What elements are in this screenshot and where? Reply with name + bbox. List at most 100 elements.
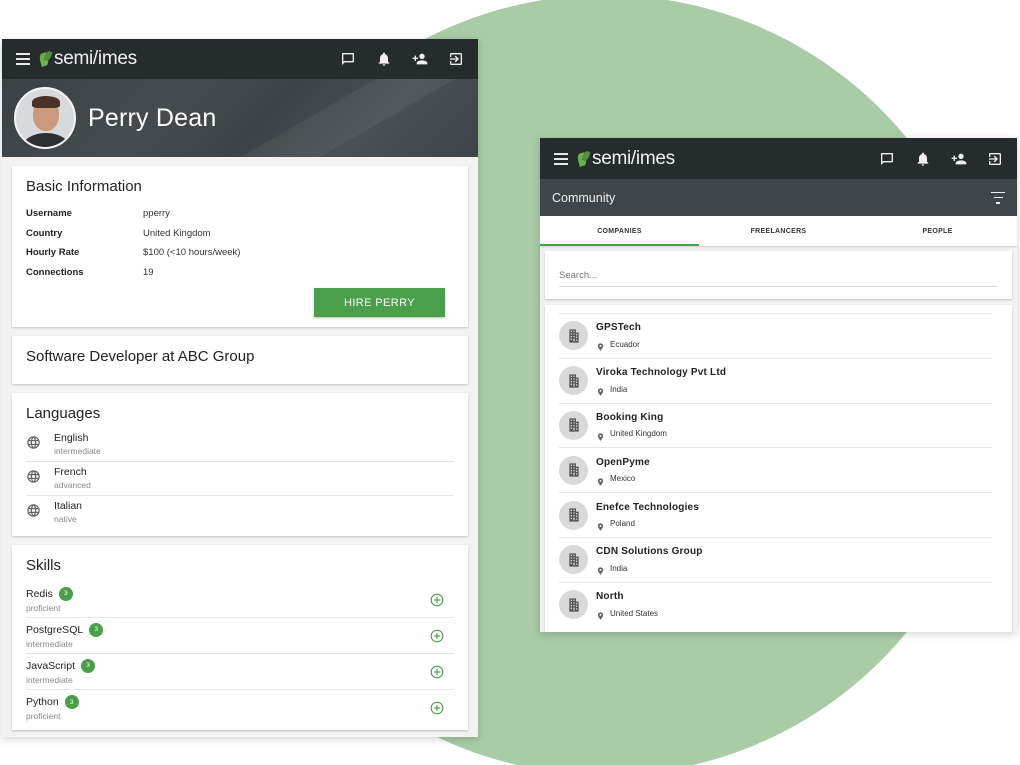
language-level: native <box>54 514 77 524</box>
add-user-icon[interactable] <box>412 51 428 67</box>
leaf-logo-icon <box>576 149 591 167</box>
languages-card: Languages English intermediate French ad… <box>12 393 468 536</box>
skill-name: PostgreSQL <box>26 623 84 636</box>
basic-info-table: Username pperry Country United Kingdom H… <box>12 195 468 282</box>
list-item[interactable]: GPSTech Ecuador <box>559 313 992 358</box>
building-icon <box>559 321 588 351</box>
bell-icon[interactable] <box>376 51 392 67</box>
company-country: India <box>610 384 628 394</box>
brand-name: semi/imes <box>592 147 675 169</box>
skill-item: Python 3 proficient <box>26 690 454 726</box>
job-title: Software Developer at ABC Group <box>26 348 255 365</box>
basic-info-card: Basic Information Username pperry Countr… <box>12 166 468 327</box>
location-pin-icon <box>596 519 605 531</box>
info-label: Username <box>26 208 72 220</box>
chat-icon[interactable] <box>879 151 895 167</box>
list-item[interactable]: Enefce Technologies Poland <box>559 492 992 537</box>
location-pin-icon <box>596 429 605 441</box>
company-name: North <box>596 591 624 603</box>
language-name: Italian <box>54 500 83 512</box>
company-name: CDN Solutions Group <box>596 546 703 558</box>
location-pin-icon <box>596 563 605 576</box>
company-country: Ecuador <box>610 339 640 349</box>
search-card <box>545 251 1012 299</box>
building-icon <box>559 590 588 620</box>
language-level: intermediate <box>54 446 101 456</box>
chat-icon[interactable] <box>340 51 356 67</box>
skill-level: intermediate <box>26 638 73 649</box>
brand-logo[interactable]: semi/imes <box>38 48 137 70</box>
tab-people[interactable]: PEOPLE <box>858 216 1017 246</box>
add-user-icon[interactable] <box>951 151 967 167</box>
logout-icon[interactable] <box>448 51 464 67</box>
basic-info-title: Basic Information <box>26 178 142 195</box>
company-name: Viroka Technology Pvt Ltd <box>596 367 727 379</box>
list-item[interactable]: Booking King United Kingdom <box>559 402 992 448</box>
languages-title: Languages <box>26 405 101 422</box>
endorsement-badge: 3 <box>89 622 104 637</box>
list-item[interactable]: North United States <box>559 581 992 627</box>
menu-icon[interactable] <box>554 152 568 165</box>
menu-icon[interactable] <box>16 53 30 65</box>
skill-name: Redis <box>26 587 53 600</box>
language-level: advanced <box>54 480 91 490</box>
avatar[interactable] <box>14 87 76 149</box>
location-pin-icon <box>596 608 605 620</box>
skill-name: JavaScript <box>26 659 76 672</box>
skill-item: PostgreSQL 3 intermediate <box>26 618 454 654</box>
plus-circle-icon[interactable] <box>430 701 444 715</box>
company-name: GPSTech <box>596 322 642 334</box>
skill-item: JavaScript 3 intermediate <box>26 654 454 690</box>
info-row-country: Country United Kingdom <box>26 224 454 244</box>
brand-logo[interactable]: semi/imes <box>576 147 675 170</box>
skills-card: Skills Redis 3 proficient PostgreSQL 3 i… <box>12 545 468 730</box>
community-tabs: COMPANIES FREELANCERS PEOPLE <box>540 216 1017 246</box>
endorsement-badge: 3 <box>64 695 79 709</box>
globe-icon <box>26 435 41 450</box>
endorsement-badge: 3 <box>58 586 73 601</box>
company-country: Poland <box>610 519 635 529</box>
company-country: India <box>610 563 628 573</box>
list-item[interactable]: CDN Solutions Group India <box>559 536 992 582</box>
bell-icon[interactable] <box>915 151 931 167</box>
language-item: English intermediate <box>26 428 454 462</box>
profile-screen: semi/imes Perry Dean Basic Information U… <box>2 39 478 737</box>
search-input[interactable] <box>559 270 998 287</box>
language-name: English <box>54 432 89 444</box>
company-list: GPSTech Ecuador Viroka Technology Pvt Lt… <box>545 305 1012 632</box>
tab-freelancers[interactable]: FREELANCERS <box>699 216 858 246</box>
skill-level: proficient <box>26 711 61 721</box>
info-value: United Kingdom <box>143 227 211 239</box>
community-screen: semi/imes Community COMPANIES FREELANCER… <box>540 138 1017 632</box>
plus-circle-icon[interactable] <box>430 629 444 643</box>
info-row-username: Username pperry <box>26 204 454 224</box>
info-value: 19 <box>143 266 154 278</box>
plus-circle-icon[interactable] <box>430 593 444 607</box>
filter-icon[interactable] <box>991 191 1005 204</box>
logout-icon[interactable] <box>987 151 1003 167</box>
page-title: Community <box>552 190 616 205</box>
building-icon <box>559 366 588 396</box>
building-icon <box>559 410 588 440</box>
list-item[interactable]: Viroka Technology Pvt Ltd India <box>559 357 992 403</box>
language-item: French advanced <box>26 462 454 496</box>
skills-title: Skills <box>26 557 62 574</box>
company-name: Enefce Technologies <box>596 501 700 513</box>
list-item[interactable]: OpenPyme Mexico <box>559 447 992 492</box>
community-header: Community <box>540 179 1017 216</box>
globe-icon <box>26 469 41 484</box>
location-pin-icon <box>596 339 605 352</box>
globe-icon <box>26 503 41 518</box>
info-row-hourly-rate: Hourly Rate $100 (<10 hours/week) <box>26 243 454 263</box>
hire-button[interactable]: HIRE PERRY <box>314 288 445 317</box>
location-pin-icon <box>596 474 605 486</box>
skill-item: Redis 3 proficient <box>26 582 454 618</box>
info-value: pperry <box>143 208 170 220</box>
skill-level: proficient <box>26 602 61 613</box>
info-row-connections: Connections 19 <box>26 263 454 283</box>
tab-companies[interactable]: COMPANIES <box>540 216 699 246</box>
language-name: French <box>54 466 87 478</box>
building-icon <box>559 500 588 530</box>
plus-circle-icon[interactable] <box>430 665 444 679</box>
brand-name: semi/imes <box>54 48 137 69</box>
